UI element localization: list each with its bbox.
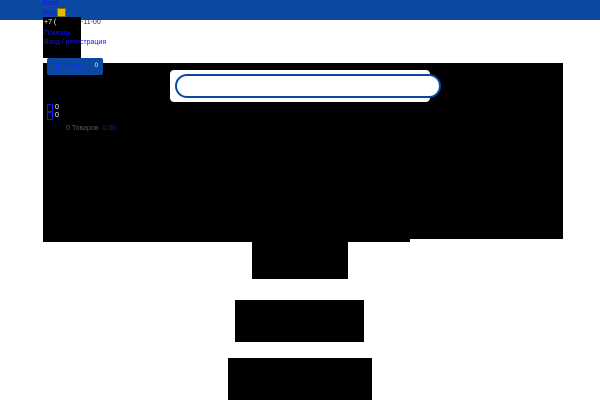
dark-block-1 xyxy=(252,241,348,279)
rss-link-row[interactable]: Rss xyxy=(43,8,67,17)
dark-block-3 xyxy=(228,358,372,400)
catalog-label: Каталог xyxy=(63,63,85,69)
dark-block-2 xyxy=(235,300,364,342)
catalog-button[interactable]: Каталог 0 xyxy=(47,58,103,75)
rss-icon xyxy=(57,8,67,17)
compare-icon xyxy=(47,104,53,112)
main-dark-area-lower xyxy=(43,235,410,242)
top-bar xyxy=(0,0,600,20)
search-box xyxy=(170,70,441,102)
cart-summary[interactable]: 0 Товаров 0.00 xyxy=(66,125,116,133)
compare-count: 0 xyxy=(55,104,59,111)
cart-total: 0.00 xyxy=(102,125,117,132)
catalog-icon xyxy=(53,61,59,72)
rss-link[interactable]: Rss xyxy=(43,9,55,16)
help-link[interactable]: Помощь xyxy=(44,30,71,38)
phone-suffix: -11-00 xyxy=(81,19,101,26)
wishlist-row[interactable]: 0 xyxy=(47,112,67,120)
blog-link[interactable]: Блог xyxy=(43,0,58,8)
phone-prefix: +7 ( xyxy=(44,19,57,26)
catalog-count: 0 xyxy=(94,63,98,69)
wishlist-icon xyxy=(47,112,53,120)
login-link[interactable]: Вход / регистрация xyxy=(44,39,106,47)
search-input[interactable] xyxy=(175,74,441,98)
cart-items: 0 Товаров xyxy=(66,125,99,132)
compare-row[interactable]: 0 xyxy=(47,104,67,112)
wishlist-count: 0 xyxy=(55,112,59,119)
